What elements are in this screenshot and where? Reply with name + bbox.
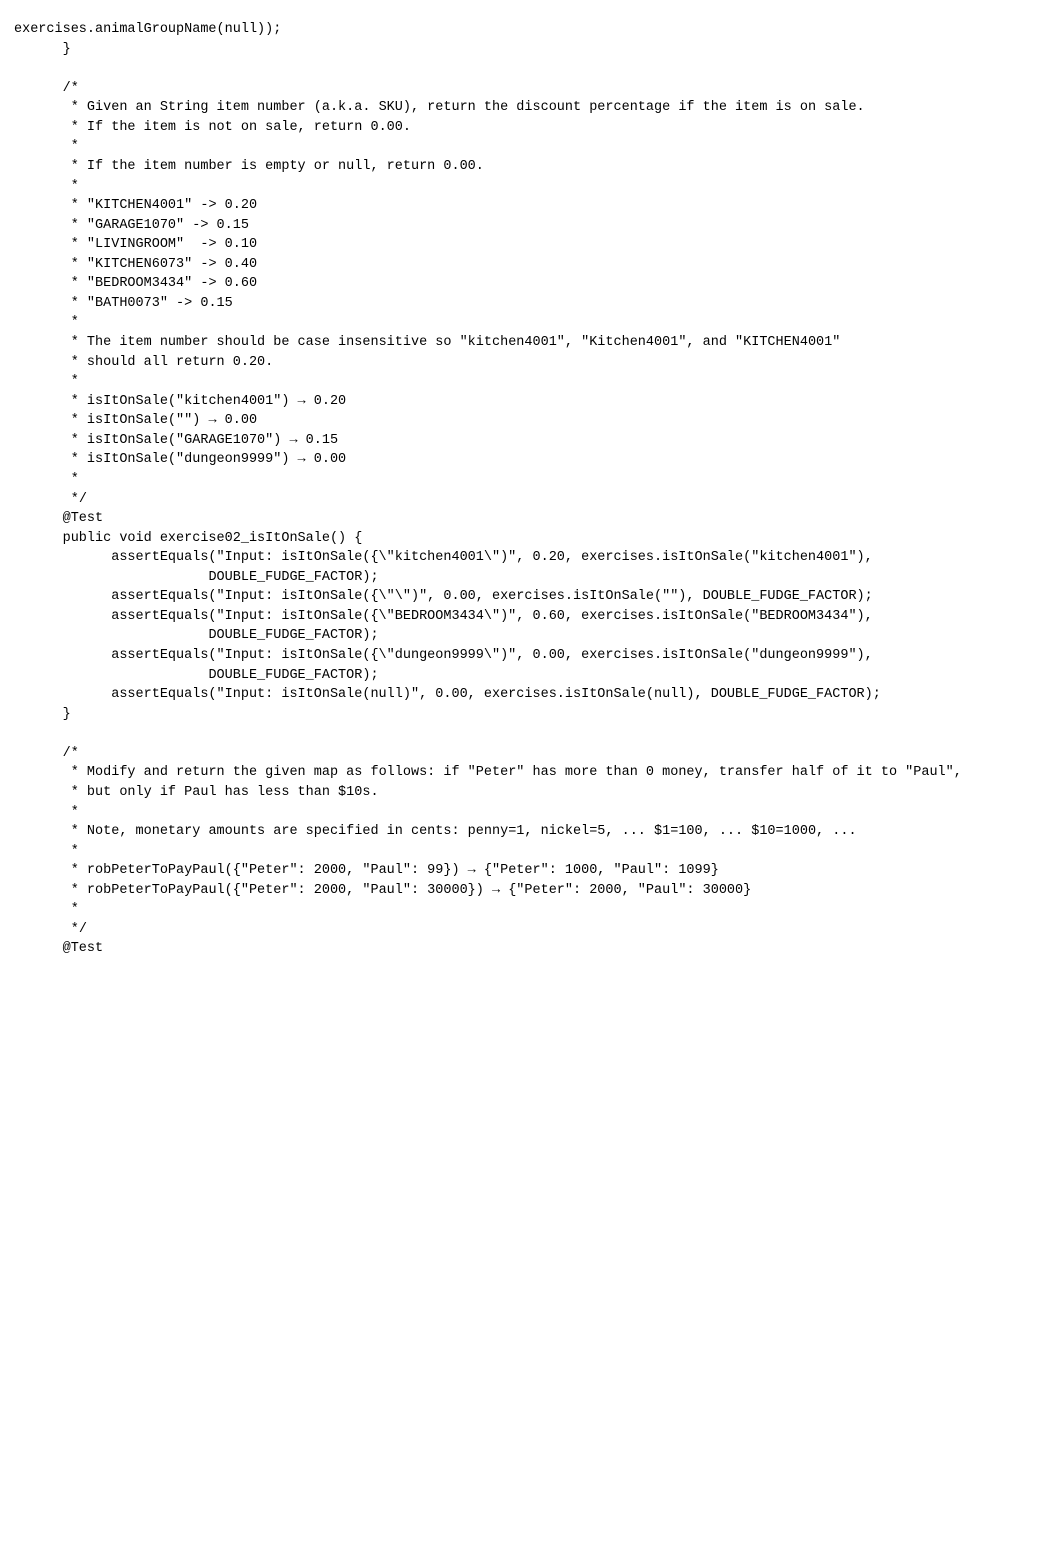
code-block: exercises.animalGroupName(null)); } /* *… [0, 0, 1062, 979]
